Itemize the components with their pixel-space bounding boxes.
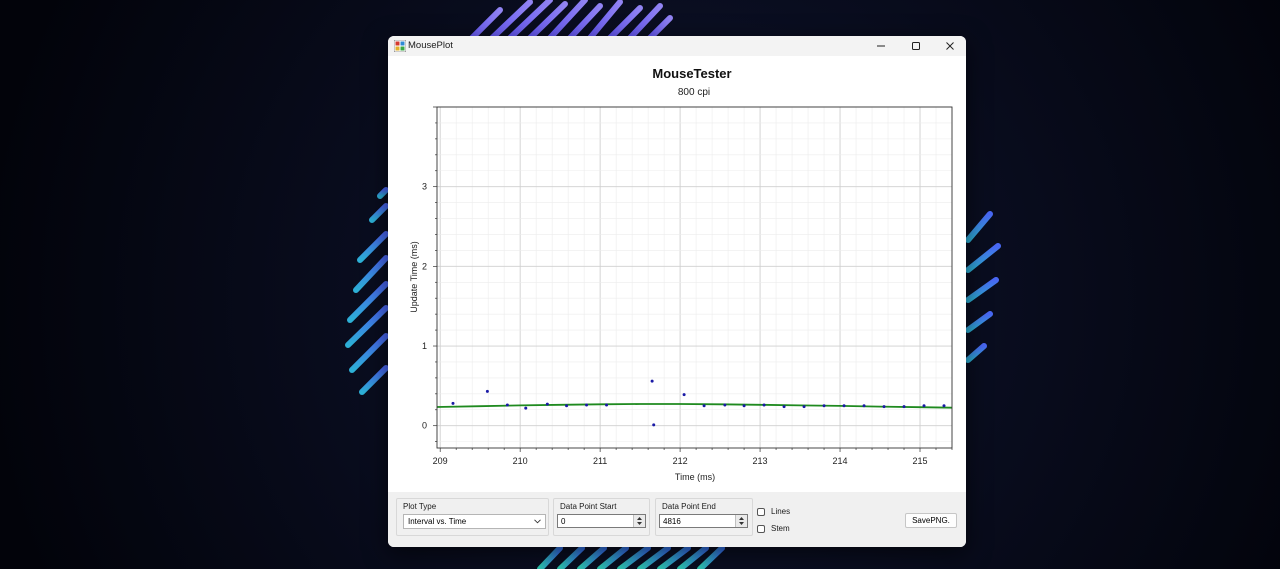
data-point — [782, 405, 786, 409]
x-tick-label: 214 — [833, 456, 848, 466]
data-point — [605, 403, 609, 407]
data-point — [922, 404, 926, 408]
minimize-button[interactable] — [864, 36, 898, 56]
title-bar[interactable]: MousePlot — [388, 36, 966, 56]
data-end-label: Data Point End — [662, 502, 716, 511]
data-point — [650, 379, 654, 383]
data-point — [902, 405, 906, 409]
data-point — [862, 404, 866, 408]
app-icon — [394, 40, 406, 52]
maximize-button[interactable] — [899, 36, 933, 56]
data-point — [762, 403, 766, 407]
x-tick-label: 211 — [593, 456, 607, 466]
data-point — [585, 403, 589, 407]
scatter-chart[interactable]: MouseTester 800 cpi 209 210 211 212 213 214 21… — [388, 56, 966, 492]
close-icon — [946, 42, 954, 50]
y-tick-label: 3 — [422, 182, 427, 192]
data-start-label: Data Point Start — [560, 502, 617, 511]
data-point — [742, 404, 746, 408]
data-point — [545, 402, 549, 406]
chevron-down-icon — [534, 519, 541, 524]
data-point — [842, 404, 846, 408]
data-point — [652, 423, 656, 427]
window-title: MousePlot — [408, 40, 453, 51]
save-png-button[interactable]: SavePNG. — [905, 513, 957, 528]
close-button[interactable] — [933, 36, 966, 56]
lines-label: Lines — [771, 507, 791, 516]
data-point — [524, 406, 528, 410]
data-point — [682, 393, 686, 397]
x-tick-label: 209 — [433, 456, 448, 466]
x-tick-label: 215 — [912, 456, 927, 466]
plot-area[interactable]: MouseTester 800 cpi 209 210 211 212 213 214 21… — [388, 56, 966, 492]
plot-type-select[interactable]: Interval vs. Time — [403, 514, 546, 529]
stem-checkbox[interactable]: Stem — [757, 524, 790, 533]
chart-title: MouseTester — [652, 66, 731, 81]
plot-type-label: Plot Type — [403, 502, 437, 511]
data-point — [942, 404, 946, 408]
data-end-spinner-buttons[interactable] — [735, 515, 747, 527]
data-point — [723, 403, 727, 407]
plot-frame — [436, 106, 953, 449]
data-start-value: 0 — [561, 517, 566, 526]
maximize-icon — [912, 42, 920, 50]
data-point — [505, 403, 509, 407]
x-tick-label: 212 — [673, 456, 688, 466]
data-point — [822, 404, 826, 408]
y-tick-label: 0 — [422, 421, 427, 431]
data-point — [485, 389, 489, 393]
data-start-group: Data Point Start 0 — [553, 498, 650, 536]
x-tick-label: 213 — [753, 456, 768, 466]
y-tick-label: 2 — [422, 261, 427, 271]
lines-checkbox[interactable]: Lines — [757, 507, 790, 516]
data-start-spinner-buttons[interactable] — [633, 515, 645, 527]
plot-type-group: Plot Type Interval vs. Time — [396, 498, 549, 536]
trend-line — [436, 403, 953, 409]
stem-label: Stem — [771, 524, 790, 533]
plot-type-value: Interval vs. Time — [408, 517, 467, 526]
data-start-input[interactable]: 0 — [557, 514, 646, 528]
stem-checkbox-box[interactable] — [757, 524, 765, 533]
y-tick-label: 1 — [422, 341, 427, 351]
controls-panel: Plot Type Interval vs. Time Data Point S… — [388, 492, 966, 547]
minimize-icon — [877, 45, 885, 47]
data-end-group: Data Point End 4816 — [655, 498, 753, 536]
data-end-input[interactable]: 4816 — [659, 514, 748, 528]
data-point — [451, 401, 455, 405]
data-point — [802, 405, 806, 409]
spinner-up-down-icon — [637, 517, 642, 525]
data-end-value: 4816 — [663, 517, 681, 526]
chart-subtitle: 800 cpi — [678, 87, 710, 98]
data-point — [565, 404, 569, 408]
spinner-up-down-icon — [739, 517, 744, 525]
data-point — [882, 405, 886, 409]
x-tick-label: 210 — [513, 456, 528, 466]
mouseplot-window: MousePlot MouseTester 800 cpi 209 210 21… — [388, 36, 966, 547]
x-axis-label: Time (ms) — [675, 472, 715, 482]
data-point — [702, 404, 706, 408]
lines-checkbox-box[interactable] — [757, 507, 765, 516]
y-axis-label: Update Time (ms) — [409, 241, 419, 313]
